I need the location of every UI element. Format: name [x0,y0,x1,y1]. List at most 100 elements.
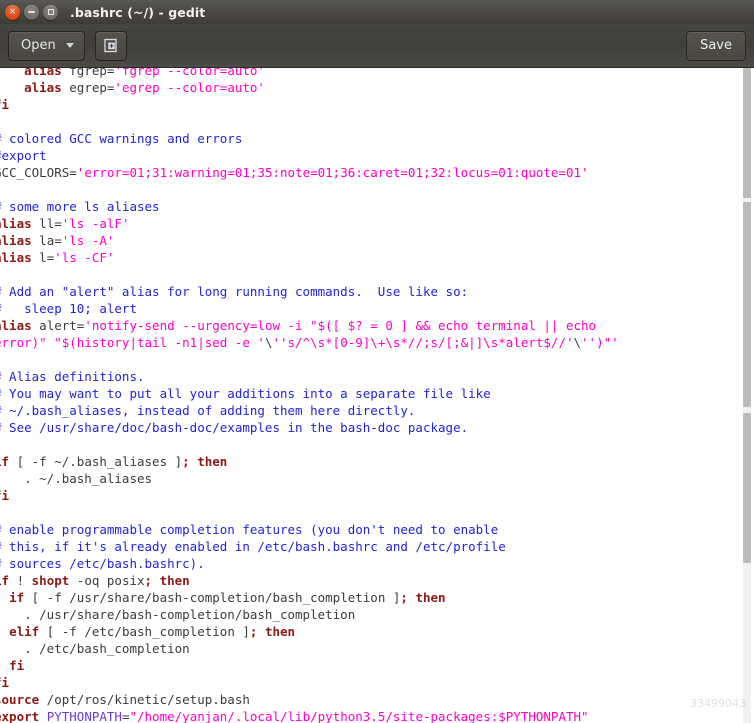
code-line: # this, if it's already enabled in /etc/… [0,538,619,555]
vertical-scrollbar[interactable] [740,68,754,723]
minimize-icon [28,11,35,13]
code-token: # ~/.bash_aliases, instead of adding the… [0,403,416,418]
code-line: if ! shopt -oq posix; then [0,572,619,589]
code-token: # sleep 10; alert [0,301,137,316]
code-token: if [0,573,10,588]
code-line: # See /usr/share/doc/bash-doc/examples i… [0,419,619,436]
code-token: 'ls -alF' [61,216,130,231]
code-token: 'error=01;31:warning=01;35:note=01;36:ca… [76,165,589,180]
code-token: # You may want to put all your additions… [0,386,491,401]
code-token: ll= [31,216,62,231]
code-line: fi [0,674,619,691]
code-line: fi [0,487,619,504]
code-line: # colored GCC warnings and errors [0,130,619,147]
gedit-window: × .bashrc (~/) - gedit Open Save alias f… [0,0,754,723]
code-line: # Alias definitions. [0,368,619,385]
code-token: [ -f /usr/share/bash-completion/bash_com… [24,590,401,605]
code-line: alias fgrep='fgrep --color=auto' [0,68,619,79]
code-line: fi [0,657,619,674]
code-line: alias la='ls -A' [0,232,619,249]
close-button[interactable]: × [5,4,20,20]
code-token: alias [0,250,32,265]
code-line: export PYTHONPATH="/home/yanjan/.local/l… [0,708,619,723]
scrollbar-thumb[interactable] [743,202,751,407]
code-token: . /usr/share/bash-completion/bash_comple… [0,607,356,622]
save-button[interactable]: Save [686,30,746,61]
code-token: 'fgrep --color=auto' [114,68,265,78]
title-bar: × .bashrc (~/) - gedit [0,0,754,24]
code-token: la= [31,233,62,248]
code-token: alias [24,68,62,78]
code-token: . /etc/bash_completion [0,641,190,656]
chevron-down-icon [65,43,74,48]
code-token: # Alias definitions. [0,369,145,384]
maximize-icon [47,9,54,15]
code-token: 'ls -A' [61,233,115,248]
code-line: # sources /etc/bash.bashrc). [0,555,619,572]
code-token: alias [0,233,32,248]
code-line: # sleep 10; alert [0,300,619,317]
code-line: # ~/.bash_aliases, instead of adding the… [0,402,619,419]
new-document-button[interactable] [94,30,127,61]
code-token: source [0,692,40,707]
code-token: shopt [31,573,70,588]
open-button-label: Open [21,38,56,53]
code-line: . /usr/share/bash-completion/bash_comple… [0,606,619,623]
code-token: '')"' [581,335,619,350]
code-token: fi [9,658,25,673]
code-line: alias ll='ls -alF' [0,215,619,232]
code-token: # enable programmable completion feature… [0,522,499,537]
code-token: fi [0,97,10,112]
code-line: # You may want to put all your additions… [0,385,619,402]
code-token: then [197,454,228,469]
maximize-button[interactable] [43,4,58,20]
code-token: ''s/^\s*[0-9]\+\s*//;s/[;&|]\s*alert$//' [272,335,574,350]
code-token: -oq posix [69,573,145,588]
editor-area[interactable]: alias fgrep='fgrep --color=auto' alias e… [0,68,754,723]
code-line: alias alert='notify-send --urgency=low -… [0,317,619,334]
code-line: elif [ -f /etc/bash_completion ]; then [0,623,619,640]
code-token: alias [24,80,62,95]
code-token: ; [182,454,190,469]
code-line: if [ -f ~/.bash_aliases ]; then [0,453,619,470]
code-line: alias egrep='egrep --color=auto' [0,79,619,96]
code-token: fgrep= [61,68,115,78]
code-token: /opt/ros/kinetic/setup.bash [39,692,250,707]
code-token: if [0,454,10,469]
code-line: # some more ls aliases [0,198,619,215]
code-token: elif [9,624,40,639]
code-token: [ -f /etc/bash_completion ] [39,624,250,639]
code-token: PYTHONPATH [46,709,122,723]
code-token: # Add an "alert" alias for long running … [0,284,469,299]
code-token: error)" "$(history|tail -n1|sed -e ' [0,335,265,350]
minimize-button[interactable] [24,4,39,20]
open-button[interactable]: Open [8,30,85,61]
scrollbar-thumb[interactable] [743,68,751,198]
close-icon: × [8,6,17,17]
scrollbar-thumb[interactable] [743,413,751,563]
code-line: fi [0,96,619,113]
code-token: then [159,573,190,588]
code-token: ! [9,573,32,588]
code-token: # sources /etc/bash.bashrc). [0,556,205,571]
code-token: fi [0,488,10,503]
code-line: # enable programmable completion feature… [0,521,619,538]
code-token: GCC_COLORS= [0,165,77,180]
code-token: egrep= [61,80,115,95]
code-token: "/home/yanjan/.local/lib/python3.5/site-… [129,709,589,723]
source-code-text[interactable]: alias fgrep='fgrep --color=auto' alias e… [0,68,619,723]
code-line: . /etc/bash_completion [0,640,619,657]
watermark-text: 33499043 [690,697,746,710]
code-line: GCC_COLORS='error=01;31:warning=01;35:no… [0,164,619,181]
